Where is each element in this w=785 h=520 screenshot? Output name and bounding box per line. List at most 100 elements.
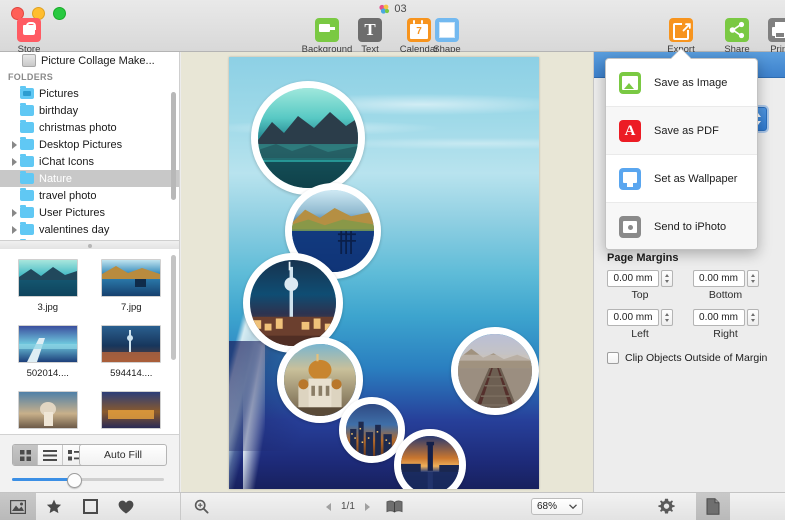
next-page-icon[interactable]	[364, 502, 370, 511]
thumbnail-image	[17, 391, 78, 429]
chevron-right-icon[interactable]	[10, 157, 19, 166]
sidebar-item-valentines-day[interactable]: valentines day	[0, 221, 179, 238]
clip-objects-label: Clip Objects Outside of Margin	[625, 352, 768, 364]
thumbnail-caption: 594414....	[110, 368, 153, 379]
margin-right-stepper[interactable]	[746, 309, 759, 326]
margin-left-input[interactable]: 0.00 mm	[607, 309, 659, 326]
grid-view-icon[interactable]	[13, 445, 38, 465]
auto-fill-button[interactable]: Auto Fill	[79, 444, 167, 466]
margin-bottom-stepper[interactable]	[746, 270, 759, 287]
collage-circle-photo[interactable]	[394, 429, 466, 489]
thumbnail-image	[101, 391, 162, 429]
margin-top-stepper[interactable]	[661, 270, 673, 287]
sidebar-item-label: valentines day	[39, 223, 110, 236]
document-icon[interactable]	[695, 493, 730, 520]
collage-page[interactable]	[229, 57, 539, 489]
menu-item-save-as-image[interactable]: Save as Image	[606, 59, 757, 107]
toolbar-button-print[interactable]: Print	[751, 18, 785, 55]
collage-circle-photo[interactable]	[451, 327, 539, 415]
margin-left-label: Left	[631, 328, 649, 340]
toolbar-button-shape[interactable]: Shape	[418, 18, 476, 55]
chevron-right-icon[interactable]	[10, 208, 19, 217]
thumbnail-item[interactable]: 3.jpg	[8, 259, 88, 313]
book-icon[interactable]	[386, 500, 403, 513]
sidebar-item-travel-photo[interactable]: travel photo	[0, 187, 179, 204]
canvas-area[interactable]	[181, 52, 593, 492]
sidebar-item-pictures[interactable]: Pictures	[0, 85, 179, 102]
chevron-down-icon	[569, 504, 577, 509]
thumbnail-scrollbar[interactable]	[171, 255, 176, 360]
margin-bottom-input[interactable]: 0.00 mm	[692, 270, 745, 287]
page-margins-section: Page Margins 0.00 mm Top 0.00 mm Bottom	[594, 252, 785, 364]
sidebar-item-label: Desktop Pictures	[39, 138, 123, 151]
source-list[interactable]: Picture Collage Make... FOLDERS Pictures…	[0, 52, 179, 240]
pdf-icon	[619, 119, 641, 142]
thumbnail-item[interactable]	[92, 391, 172, 434]
source-section-label: FOLDERS	[8, 72, 54, 82]
margin-top-input[interactable]: 0.00 mm	[607, 270, 659, 287]
prev-page-icon[interactable]	[326, 502, 331, 511]
menu-item-label: Set as Wallpaper	[654, 172, 738, 185]
thumbnail-caption: 502014....	[26, 368, 69, 379]
folder-icon	[20, 137, 34, 150]
menu-item-label: Save as PDF	[654, 124, 719, 137]
margin-left-group: 0.00 mm Left	[604, 309, 690, 344]
canvas-status-bar: 1/1 68%	[181, 493, 593, 520]
menu-item-save-as-pdf[interactable]: Save as PDF	[606, 107, 757, 155]
thumbnail-item[interactable]	[8, 391, 88, 434]
chevron-right-icon[interactable]	[10, 225, 19, 234]
print-icon	[768, 18, 785, 42]
chevron-right-icon[interactable]	[10, 140, 19, 149]
folder-icon	[20, 171, 34, 184]
folder-icon	[20, 188, 34, 201]
thumbnail-browser[interactable]: 3.jpg 7.jpg 502014.... 594414....	[0, 249, 179, 434]
margin-left-stepper[interactable]	[661, 309, 673, 326]
chevron-right-icon[interactable]	[10, 191, 19, 200]
zoom-level-select[interactable]: 68%	[531, 498, 583, 515]
sidebar-item-user-pictures[interactable]: User Pictures	[0, 204, 179, 221]
store-icon	[17, 18, 41, 42]
thumbnail-caption: 7.jpg	[120, 302, 142, 313]
margin-right-input[interactable]: 0.00 mm	[692, 309, 745, 326]
chevron-right-icon[interactable]	[10, 106, 19, 115]
collage-circle-photo[interactable]	[251, 81, 365, 195]
sidebar-item-label: Pictures	[39, 87, 79, 100]
sidebar-item-desktop-pictures[interactable]: Desktop Pictures	[0, 136, 179, 153]
list-view-icon[interactable]	[38, 445, 63, 465]
chevron-right-icon[interactable]	[10, 174, 19, 183]
source-section-folders: FOLDERS	[0, 69, 179, 85]
view-mode-segmented-control[interactable]	[12, 444, 88, 466]
thumbnail-size-slider[interactable]	[12, 473, 164, 488]
toolbar-button-store[interactable]: Store	[6, 18, 52, 55]
chevron-right-icon[interactable]	[10, 89, 19, 98]
thumbnail-item[interactable]: 594414....	[92, 325, 172, 379]
sidebar-item-ichat-icons[interactable]: iChat Icons	[0, 153, 179, 170]
source-list-scrollbar[interactable]	[171, 92, 176, 200]
photos-icon[interactable]	[0, 493, 36, 520]
page-navigation: 1/1	[326, 493, 403, 520]
margin-right-label: Right	[713, 328, 738, 340]
frame-icon[interactable]	[72, 493, 108, 520]
thumbnail-image	[17, 259, 78, 297]
folder-icon	[20, 205, 34, 218]
image-icon	[619, 71, 641, 94]
thumbnail-item[interactable]: 7.jpg	[92, 259, 172, 313]
star-icon[interactable]	[36, 493, 72, 520]
chevron-right-icon[interactable]	[10, 123, 19, 132]
source-item-app[interactable]: Picture Collage Make...	[0, 52, 179, 69]
gear-icon[interactable]	[650, 493, 684, 520]
zoom-level-value: 68%	[537, 501, 558, 512]
clip-objects-checkbox-row[interactable]: Clip Objects Outside of Margin	[607, 352, 785, 364]
margin-top-label: Top	[631, 289, 649, 301]
sidebar-item-christmas-photo[interactable]: christmas photo	[0, 119, 179, 136]
sidebar-item-birthday[interactable]: birthday	[0, 102, 179, 119]
clip-objects-checkbox[interactable]	[607, 352, 619, 364]
thumbnail-item[interactable]: 502014....	[8, 325, 88, 379]
magnifier-icon[interactable]	[181, 499, 221, 514]
menu-item-set-as-wallpaper[interactable]: Set as Wallpaper	[606, 155, 757, 203]
slider-knob[interactable]	[67, 473, 82, 488]
menu-item-send-to-iphoto[interactable]: Send to iPhoto	[606, 203, 757, 249]
heart-icon[interactable]	[108, 493, 144, 520]
export-dropdown-menu[interactable]: Save as Image Save as PDF Set as Wallpap…	[605, 58, 758, 250]
sidebar-item-nature[interactable]: Nature	[0, 170, 179, 187]
